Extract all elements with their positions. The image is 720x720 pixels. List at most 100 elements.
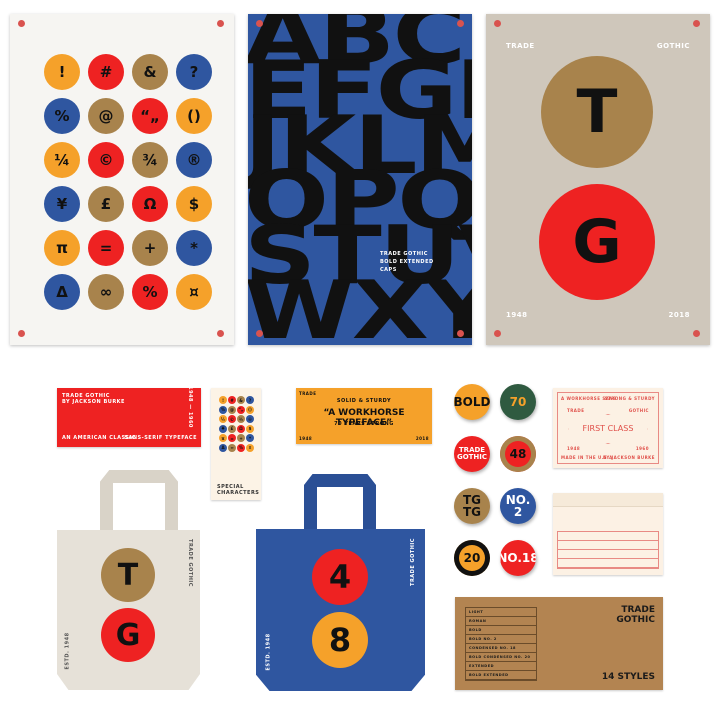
tote-handle xyxy=(100,470,178,535)
symbol-circle: * xyxy=(176,230,212,266)
card-year: 1948 xyxy=(299,436,313,441)
mini-symbol-circle: @ xyxy=(228,405,236,414)
pin-button: 70 xyxy=(500,384,536,420)
mini-symbol-circle: & xyxy=(237,396,245,404)
t-circle: T xyxy=(101,548,155,602)
mini-symbol-circle: “„ xyxy=(237,405,245,414)
caption-line: CAPS xyxy=(380,267,397,273)
symbol-circle: % xyxy=(44,98,80,134)
alphabet-row: WXYZ xyxy=(248,264,472,346)
pushpin xyxy=(457,330,464,337)
symbol-circle: = xyxy=(88,230,124,266)
symbol-circle: ¾ xyxy=(132,142,168,178)
red-business-card: TRADE GOTHIC BY JACKSON BURKE 1948 — 196… xyxy=(57,386,201,447)
symbol-circle: ¥ xyxy=(44,186,80,222)
box-title: GOTHIC xyxy=(616,615,655,625)
mini-symbol-circle: ? xyxy=(246,396,254,404)
symbol-circle: ! xyxy=(44,54,80,90)
year-end: 2018 xyxy=(668,311,690,319)
style-list-item: BOLD EXTENDED xyxy=(466,671,536,680)
style-list-item: BOLD xyxy=(466,626,536,635)
symbol-circle: @ xyxy=(88,98,124,134)
pushpin xyxy=(693,330,700,337)
style-list-item: LIGHT xyxy=(466,608,536,617)
card-label: SPECIAL CHARACTERS xyxy=(217,484,260,496)
card-year: 2018 xyxy=(415,436,429,441)
box-title: TRADE xyxy=(621,605,655,615)
style-list: LIGHT ROMAN BOLD BOLD NO. 2 CONDENSED NO. 18… xyxy=(465,607,537,681)
pushpin xyxy=(693,20,700,27)
mini-symbol-circle: + xyxy=(237,434,245,442)
pushpin xyxy=(18,330,25,337)
poster-caption: TRADE GOTHIC BOLD EXTENDED CAPS xyxy=(380,250,434,274)
card-right-text: SANS-SERIF TYPEFACE xyxy=(124,435,197,441)
type-specimen-box: LIGHT ROMAN BOLD BOLD NO. 2 CONDENSED NO. 18… xyxy=(455,597,663,690)
mini-symbol-circle: ! xyxy=(219,396,227,404)
mini-symbol-circle: Ω xyxy=(237,424,245,433)
symbol-circle: ¤ xyxy=(176,274,212,310)
alphabet-rows: ABCDEFGHIJKLMNOPQRSTUVWXYZ xyxy=(248,14,472,346)
pushpin xyxy=(494,20,501,27)
symbol-circle: () xyxy=(176,98,212,134)
g-circle: G xyxy=(101,608,155,662)
pushpin xyxy=(217,330,224,337)
card-years: 1948 — 1960 xyxy=(187,386,194,428)
mini-symbol-circle: π xyxy=(219,434,227,442)
symbol-circle: π xyxy=(44,230,80,266)
poster-label: TRADE xyxy=(506,42,535,50)
card-byline: BY JACKSON BURKE xyxy=(62,399,125,405)
symbol-circle: + xyxy=(132,230,168,266)
pin-button: NO. 2 xyxy=(500,488,536,524)
mini-symbol-circle: * xyxy=(246,434,254,442)
style-list-item: BOLD CONDENSED NO. 20 xyxy=(466,653,536,662)
card-text: 1960 xyxy=(635,446,649,451)
pushpin xyxy=(256,330,263,337)
mini-symbol-circle: % xyxy=(219,405,227,414)
pin-button: NO.18 xyxy=(500,540,536,576)
symbol-circle: “„ xyxy=(132,98,168,134)
symbol-circle: ® xyxy=(176,142,212,178)
symbol-circle: ¼ xyxy=(44,142,80,178)
pushpin xyxy=(217,20,224,27)
box-styles-count: 14 STYLES xyxy=(601,672,655,682)
special-characters-card: ! # &?% @ “„() ¼ © ¾ ® ¥ £ Ω $ π = + * Δ ∞% ¤ SPECIAL CHARA… xyxy=(211,388,261,500)
style-list-item: BOLD NO. 2 xyxy=(466,635,536,644)
mini-symbol-circle: £ xyxy=(228,424,236,433)
card-text: 1948 xyxy=(567,446,581,451)
caption-line: TRADE GOTHIC xyxy=(380,251,428,257)
symbol-circle: Ω xyxy=(132,186,168,222)
mini-symbol-circle: Δ xyxy=(219,443,227,452)
poster-label: GOTHIC xyxy=(656,42,690,50)
pushpin xyxy=(18,20,25,27)
symbol-circle: & xyxy=(132,54,168,90)
tote-side-text: TRADE GOTHIC xyxy=(410,538,417,586)
pin-button: 20 xyxy=(454,540,490,576)
mini-symbol-circle: ¥ xyxy=(219,424,227,433)
pushpin xyxy=(256,20,263,27)
g-circle: G xyxy=(539,184,655,300)
mini-symbol-circle: $ xyxy=(246,424,254,433)
style-list-item: ROMAN xyxy=(466,617,536,626)
mini-symbol-circle: () xyxy=(246,405,254,414)
card-line: 70 YEARS STRONG xyxy=(334,421,394,427)
card-center-text: FIRST CLASS xyxy=(582,424,634,433)
pin-button: BOLD xyxy=(454,384,490,420)
mini-symbol-circle: % xyxy=(237,443,245,452)
tg-poster: TRADE GOTHIC T G 1948 2018 xyxy=(486,14,710,345)
mini-symbol-circle: = xyxy=(228,434,236,442)
symbol-circle: Δ xyxy=(44,274,80,310)
card-text: TRADE xyxy=(567,408,585,413)
year-start: 1948 xyxy=(506,311,528,319)
t-circle: T xyxy=(541,56,653,168)
symbol-circle: ? xyxy=(176,54,212,90)
card-text: BY JACKSON BURKE xyxy=(603,455,655,460)
orange-card: TRADE SOLID & STURDY “A WORKHORSE TYPEFA… xyxy=(296,388,432,444)
number-circle: 4 xyxy=(312,549,368,605)
pushpin xyxy=(457,20,464,27)
card-text: GOTHIC xyxy=(628,408,649,413)
pin-button: TG TG xyxy=(454,488,490,524)
symbol-circle: ∞ xyxy=(88,274,124,310)
symbol-circle: $ xyxy=(176,186,212,222)
mini-symbol-circle: # xyxy=(228,396,236,404)
pin-button: TRADE GOTHIC xyxy=(454,436,490,472)
